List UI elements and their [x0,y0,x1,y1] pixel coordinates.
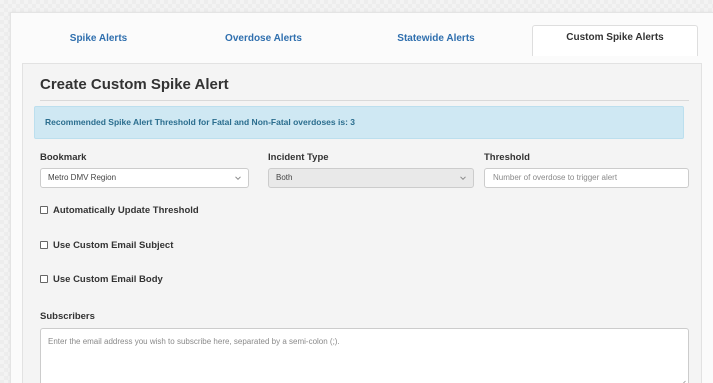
alert-tabs: Spike Alerts Overdose Alerts Statewide A… [11,13,713,56]
auto-update-label: Automatically Update Threshold [53,204,199,216]
panel-title: Create Custom Spike Alert [40,76,229,93]
bookmark-label: Bookmark [40,152,87,163]
title-divider [40,100,689,101]
custom-subject-checkbox[interactable] [40,241,48,249]
custom-body-option[interactable]: Use Custom Email Body [40,272,163,286]
incident-type-select[interactable]: Both [268,168,474,188]
tab-overdose-alerts[interactable]: Overdose Alerts [186,27,341,55]
incident-type-label: Incident Type [268,152,329,163]
subscribers-label: Subscribers [40,311,95,322]
custom-subject-option[interactable]: Use Custom Email Subject [40,238,173,252]
tab-custom-spike-alerts[interactable]: Custom Spike Alerts [532,25,698,56]
bookmark-value: Metro DMV Region [48,173,117,182]
threshold-label: Threshold [484,152,530,163]
tab-spike-alerts[interactable]: Spike Alerts [11,27,186,55]
tab-statewide-alerts[interactable]: Statewide Alerts [341,27,531,55]
threshold-placeholder: Number of overdose to trigger alert [493,173,618,182]
subscribers-placeholder: Enter the email address you wish to subs… [48,337,340,346]
bookmark-select[interactable]: Metro DMV Region [40,168,249,188]
threshold-info-banner: Recommended Spike Alert Threshold for Fa… [34,106,684,139]
incident-type-value: Both [276,173,293,182]
alerts-card: Spike Alerts Overdose Alerts Statewide A… [10,12,713,383]
create-alert-panel: Create Custom Spike Alert Recommended Sp… [22,63,702,383]
custom-body-label: Use Custom Email Body [53,273,163,285]
subscribers-textarea[interactable]: Enter the email address you wish to subs… [40,328,689,383]
custom-subject-label: Use Custom Email Subject [53,239,174,251]
threshold-input[interactable]: Number of overdose to trigger alert [484,168,689,188]
chevron-down-icon [460,176,466,181]
custom-body-checkbox[interactable] [40,275,48,283]
chevron-down-icon [235,176,241,181]
auto-update-threshold-option[interactable]: Automatically Update Threshold [40,203,199,217]
auto-update-checkbox[interactable] [40,206,48,214]
